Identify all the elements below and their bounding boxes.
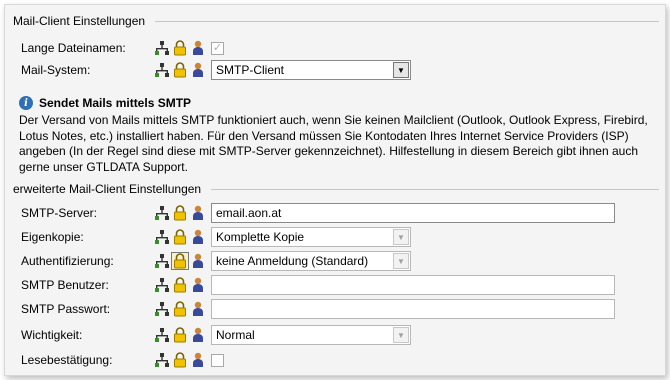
- smtp-user-row: SMTP Benutzer:: [21, 275, 615, 295]
- read-receipt-label: Lesebestätigung:: [21, 353, 113, 367]
- priority-select[interactable]: Normal ▼: [211, 325, 411, 345]
- lock-icon[interactable]: [173, 229, 187, 245]
- user-icon[interactable]: [191, 253, 205, 269]
- smtp-password-label: SMTP Passwort:: [21, 302, 111, 316]
- info-heading: i Sendet Mails mittels SMTP: [19, 96, 191, 110]
- chevron-down-icon[interactable]: ▼: [393, 62, 409, 78]
- smtp-user-input[interactable]: [211, 275, 615, 295]
- network-icon[interactable]: [155, 205, 169, 221]
- smtp-password-row: SMTP Passwort:: [21, 299, 615, 319]
- smtp-server-row: SMTP-Server: email.aon.at: [21, 203, 615, 223]
- smtp-server-label: SMTP-Server:: [21, 206, 98, 220]
- extended-section-label: erweiterte Mail-Client Einstellungen: [13, 182, 202, 196]
- network-icon[interactable]: [155, 253, 169, 269]
- user-icon[interactable]: [191, 277, 205, 293]
- lock-icon[interactable]: [173, 327, 187, 343]
- network-icon[interactable]: [155, 62, 169, 78]
- user-icon[interactable]: [191, 327, 205, 343]
- smtp-server-value: email.aon.at: [216, 206, 282, 220]
- copy-select[interactable]: Komplette Kopie ▼: [211, 227, 411, 247]
- user-icon[interactable]: [191, 205, 205, 221]
- chevron-down-icon[interactable]: ▼: [393, 327, 409, 343]
- smtp-password-input[interactable]: [211, 299, 615, 319]
- long-filenames-label: Lange Dateinamen:: [21, 41, 126, 55]
- network-icon[interactable]: [155, 229, 169, 245]
- user-icon[interactable]: [191, 301, 205, 317]
- info-icon: i: [19, 96, 33, 110]
- auth-label: Authentifizierung:: [21, 254, 114, 268]
- lock-icon[interactable]: [173, 352, 187, 368]
- info-title: Sendet Mails mittels SMTP: [39, 96, 192, 110]
- mail-system-select[interactable]: SMTP-Client ▼: [211, 60, 411, 80]
- auth-row: Authentifizierung: keine Anmeldung (Stan…: [21, 251, 411, 271]
- user-icon[interactable]: [191, 62, 205, 78]
- lock-icon[interactable]: [173, 62, 187, 78]
- priority-value: Normal: [216, 328, 255, 342]
- settings-panel: Mail-Client Einstellungen Lange Dateinam…: [4, 4, 666, 376]
- lock-icon[interactable]: [173, 205, 187, 221]
- network-icon[interactable]: [155, 301, 169, 317]
- section-divider: [155, 20, 659, 22]
- network-icon[interactable]: [155, 327, 169, 343]
- priority-label: Wichtigkeit:: [21, 328, 83, 342]
- user-icon[interactable]: [191, 229, 205, 245]
- auth-select[interactable]: keine Anmeldung (Standard) ▼: [211, 251, 411, 271]
- lock-icon[interactable]: [171, 252, 189, 270]
- copy-value: Komplette Kopie: [216, 230, 305, 244]
- chevron-down-icon[interactable]: ▼: [393, 229, 409, 245]
- lock-icon[interactable]: [173, 301, 187, 317]
- extended-section-title: erweiterte Mail-Client Einstellungen: [13, 181, 659, 197]
- user-icon[interactable]: [191, 40, 205, 56]
- network-icon[interactable]: [155, 40, 169, 56]
- mail-system-label: Mail-System:: [21, 63, 91, 77]
- read-receipt-row: Lesebestätigung:: [21, 350, 224, 370]
- lock-icon[interactable]: [173, 40, 187, 56]
- network-icon[interactable]: [155, 352, 169, 368]
- copy-label: Eigenkopie:: [21, 230, 84, 244]
- chevron-down-icon[interactable]: ▼: [393, 253, 409, 269]
- mail-client-section-title: Mail-Client Einstellungen: [13, 13, 659, 29]
- long-filenames-row: Lange Dateinamen: ✓: [21, 38, 224, 58]
- smtp-server-input[interactable]: email.aon.at: [211, 203, 615, 223]
- long-filenames-checkbox[interactable]: ✓: [211, 41, 224, 55]
- copy-row: Eigenkopie: Komplette Kopie ▼: [21, 227, 411, 247]
- auth-value: keine Anmeldung (Standard): [216, 254, 369, 268]
- mail-system-row: Mail-System: SMTP-Client ▼: [21, 60, 411, 80]
- smtp-user-label: SMTP Benutzer:: [21, 278, 109, 292]
- mail-system-value: SMTP-Client: [216, 63, 285, 77]
- network-icon[interactable]: [155, 277, 169, 293]
- priority-row: Wichtigkeit: Normal ▼: [21, 325, 411, 345]
- user-icon[interactable]: [191, 352, 205, 368]
- info-text: Der Versand von Mails mittels SMTP funkt…: [19, 113, 648, 174]
- read-receipt-checkbox[interactable]: [211, 353, 224, 367]
- section-divider: [211, 188, 659, 190]
- mail-client-section-label: Mail-Client Einstellungen: [13, 14, 146, 28]
- lock-icon[interactable]: [173, 277, 187, 293]
